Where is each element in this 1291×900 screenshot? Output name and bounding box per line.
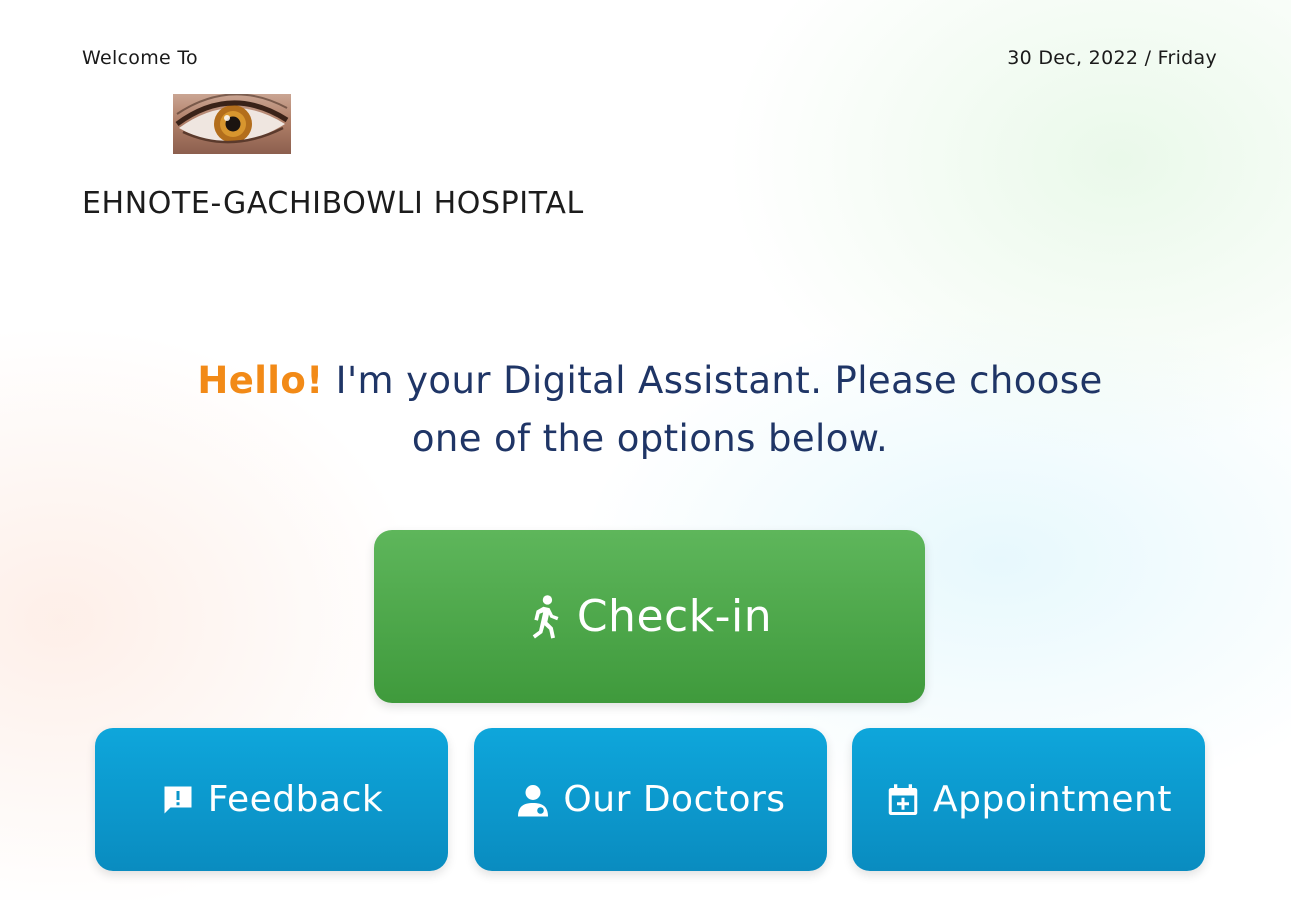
appointment-button[interactable]: Appointment bbox=[852, 728, 1205, 871]
greeting-line-2: one of the options below. bbox=[411, 417, 889, 460]
greeting-message: Hello! I'm your Digital Assistant. Pleas… bbox=[120, 352, 1180, 468]
feedback-icon bbox=[160, 782, 196, 818]
hospital-name: EHNOTE-GACHIBOWLI HOSPITAL bbox=[82, 186, 584, 221]
our-doctors-label: Our Doctors bbox=[563, 779, 786, 820]
greeting-line-1: Hello! I'm your Digital Assistant. Pleas… bbox=[120, 352, 1180, 410]
eye-logo-icon bbox=[175, 94, 289, 144]
check-in-button[interactable]: Check-in bbox=[374, 530, 925, 703]
our-doctors-button[interactable]: Our Doctors bbox=[474, 728, 827, 871]
date-label: 30 Dec, 2022 / Friday bbox=[1007, 47, 1217, 69]
feedback-button[interactable]: Feedback bbox=[95, 728, 448, 871]
greeting-line-1-text: I'm your Digital Assistant. Please choos… bbox=[323, 359, 1103, 402]
doctor-icon bbox=[515, 782, 551, 818]
welcome-label: Welcome To bbox=[82, 47, 198, 69]
walking-person-icon bbox=[527, 594, 561, 639]
appointment-label: Appointment bbox=[933, 779, 1172, 820]
hospital-logo bbox=[173, 94, 291, 154]
calendar-add-icon bbox=[885, 782, 921, 818]
hello-text: Hello! bbox=[197, 359, 324, 402]
feedback-label: Feedback bbox=[207, 779, 384, 820]
check-in-label: Check-in bbox=[576, 591, 773, 642]
